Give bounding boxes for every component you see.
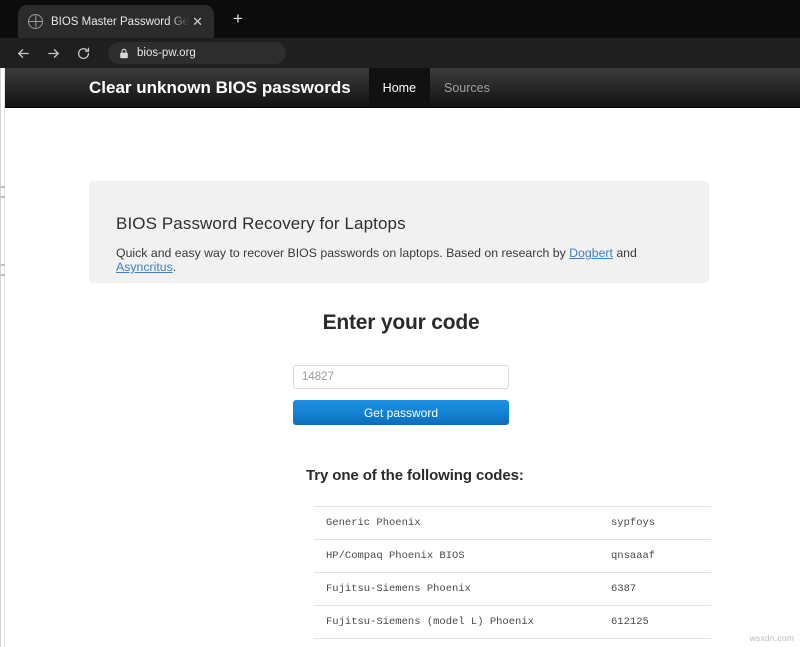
nav-link-sources[interactable]: Sources	[430, 68, 504, 107]
browser-chrome: BIOS Master Password Generator ✕ +	[0, 0, 800, 68]
page-title: BIOS Password Recovery for Laptops	[116, 214, 682, 234]
code-cell: qnsaaaf	[611, 540, 711, 573]
codes-heading: Try one of the following codes:	[306, 467, 706, 484]
subtitle-text-mid: and	[613, 246, 637, 260]
code-cell: 6387	[611, 573, 711, 606]
watermark: wsxdn.com	[750, 633, 794, 643]
page-subtitle: Quick and easy way to recover BIOS passw…	[116, 246, 682, 274]
vendor-cell: Fujitsu-Siemens (model P) Phoenix	[314, 639, 611, 647]
form-heading: Enter your code	[1, 311, 800, 335]
table-row: Fujitsu-Siemens Phoenix6387	[314, 573, 711, 606]
subtitle-text-before: Quick and easy way to recover BIOS passw…	[116, 246, 569, 260]
link-dogbert[interactable]: Dogbert	[569, 246, 613, 260]
lock-icon	[119, 48, 129, 59]
vendor-cell: Fujitsu-Siemens (model L) Phoenix	[314, 606, 611, 639]
tab-title: BIOS Master Password Generator	[51, 16, 189, 28]
code-cell: 7499386	[611, 639, 711, 647]
table-row: Fujitsu-Siemens (model L) Phoenix612125	[314, 606, 711, 639]
table-row: Fujitsu-Siemens (model P) Phoenix7499386	[314, 639, 711, 647]
get-password-button[interactable]: Get password	[293, 400, 509, 425]
site-brand[interactable]: Clear unknown BIOS passwords	[89, 68, 369, 107]
nav-link-home[interactable]: Home	[369, 68, 430, 107]
site-navbar: Clear unknown BIOS passwords Home Source…	[1, 68, 800, 108]
table-row: HP/Compaq Phoenix BIOSqnsaaaf	[314, 540, 711, 573]
page-viewport: Clear unknown BIOS passwords Home Source…	[0, 68, 800, 647]
globe-icon	[28, 14, 43, 29]
code-cell: 612125	[611, 606, 711, 639]
code-form: Enter your code Get password	[1, 311, 800, 425]
forward-arrow-icon[interactable]	[40, 41, 66, 65]
vendor-cell: Fujitsu-Siemens Phoenix	[314, 573, 611, 606]
table-row: Generic Phoenixsypfoys	[314, 507, 711, 540]
back-arrow-icon[interactable]	[10, 41, 36, 65]
code-cell: sypfoys	[611, 507, 711, 540]
browser-toolbar: bios-pw.org	[0, 38, 800, 68]
url-text: bios-pw.org	[137, 47, 196, 59]
tab-strip: BIOS Master Password Generator ✕ +	[0, 0, 800, 38]
new-tab-button[interactable]: +	[228, 10, 248, 28]
vendor-cell: Generic Phoenix	[314, 507, 611, 540]
codes-table: Generic PhoenixsypfoysHP/Compaq Phoenix …	[314, 506, 711, 647]
codes-section: Try one of the following codes: Generic …	[306, 467, 706, 647]
vendor-cell: HP/Compaq Phoenix BIOS	[314, 540, 611, 573]
address-bar[interactable]: bios-pw.org	[108, 42, 286, 64]
browser-tab[interactable]: BIOS Master Password Generator ✕	[18, 5, 214, 38]
reload-icon[interactable]	[70, 41, 96, 65]
subtitle-text-after: .	[173, 260, 176, 274]
jumbotron: BIOS Password Recovery for Laptops Quick…	[89, 181, 709, 283]
close-icon[interactable]: ✕	[189, 13, 206, 30]
code-input[interactable]	[293, 365, 509, 389]
link-asyncritus[interactable]: Asyncritus	[116, 260, 173, 274]
